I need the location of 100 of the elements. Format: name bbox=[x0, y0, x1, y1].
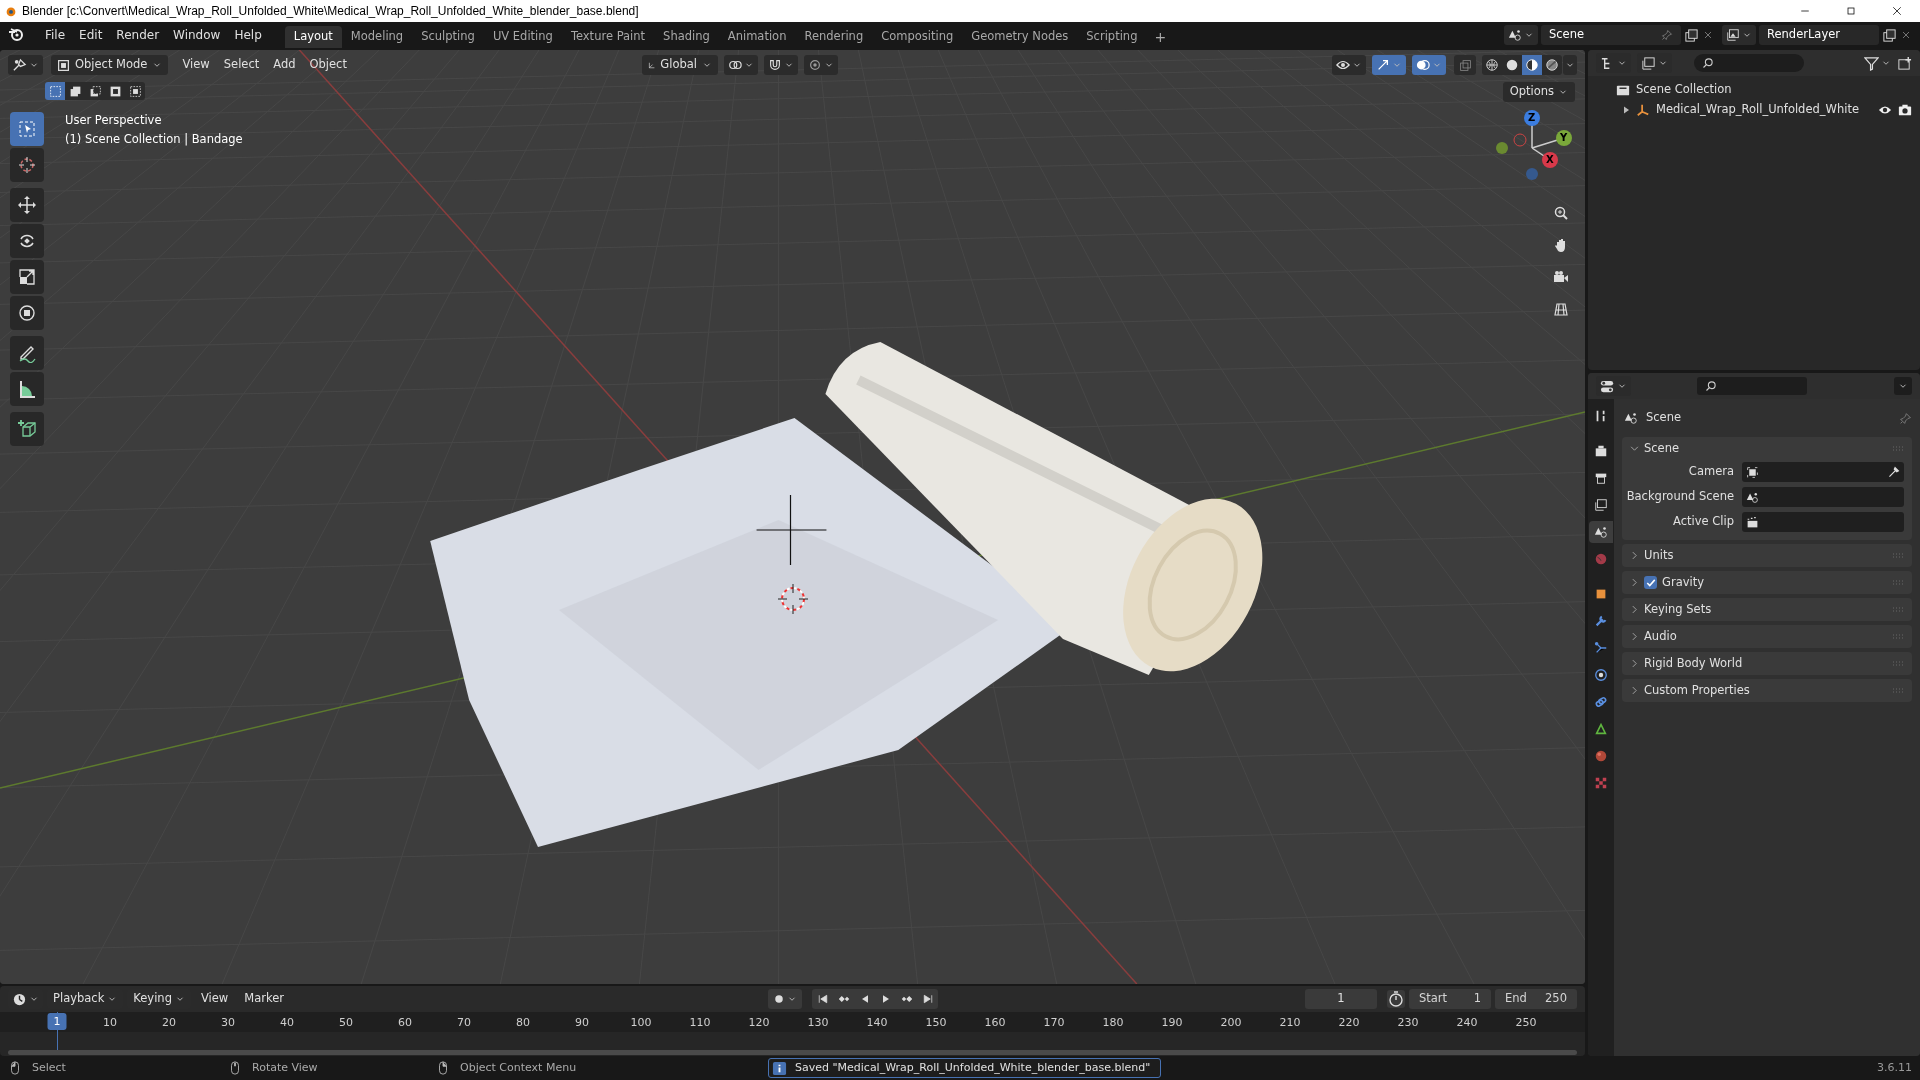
menu-item[interactable]: Window bbox=[166, 26, 228, 44]
pivot-dropdown[interactable] bbox=[723, 55, 758, 75]
panel-header[interactable]: Rigid Body World bbox=[1644, 654, 1743, 673]
orientation-dropdown[interactable]: Global bbox=[641, 55, 718, 75]
mode-dropdown[interactable]: Object Mode bbox=[51, 55, 169, 75]
menu-item[interactable]: Marker bbox=[238, 990, 290, 1008]
current-frame-badge[interactable]: 1 bbox=[47, 1013, 67, 1030]
search-field[interactable] bbox=[1697, 377, 1807, 395]
menu-item[interactable]: File bbox=[38, 26, 73, 44]
visibility-dropdown[interactable] bbox=[1332, 55, 1366, 75]
selection-mode-button[interactable] bbox=[125, 82, 145, 100]
menu-item[interactable]: Object bbox=[309, 56, 347, 74]
workspace-tab[interactable]: Texture Paint bbox=[561, 26, 655, 48]
expand-chevron-icon[interactable] bbox=[1630, 605, 1639, 614]
scene-type-button[interactable] bbox=[1504, 25, 1538, 45]
playback-button[interactable] bbox=[812, 989, 833, 1009]
proportional-dropdown[interactable] bbox=[803, 55, 838, 75]
workspace-tab[interactable]: UV Editing bbox=[483, 26, 562, 48]
menu-item[interactable]: Help bbox=[227, 26, 269, 44]
expand-chevron-icon[interactable] bbox=[1630, 686, 1639, 695]
frame-number: 80 bbox=[516, 1015, 531, 1031]
menu-item[interactable]: Render bbox=[109, 26, 167, 44]
tool-button[interactable] bbox=[10, 372, 44, 406]
workspace-tab[interactable]: Shading bbox=[654, 26, 719, 48]
properties-tab[interactable] bbox=[1589, 521, 1613, 543]
eyedropper-icon[interactable] bbox=[1887, 465, 1900, 479]
menu-item[interactable]: Add bbox=[273, 56, 296, 74]
workspace-tab[interactable]: Scripting bbox=[1077, 26, 1147, 48]
expand-toggle-icon[interactable] bbox=[1622, 106, 1630, 114]
duplicate-icon[interactable] bbox=[1882, 27, 1897, 43]
tool-button[interactable] bbox=[10, 188, 44, 222]
panel-header[interactable]: Keying Sets bbox=[1644, 600, 1712, 619]
panel-header[interactable]: Units bbox=[1644, 546, 1674, 565]
view-layer-field[interactable]: RenderLayer bbox=[1759, 25, 1879, 45]
duplicate-icon[interactable] bbox=[1684, 27, 1699, 43]
outliner-item[interactable]: Medical_Wrap_Roll_Unfolded_White bbox=[1656, 101, 1859, 119]
stopwatch-icon[interactable] bbox=[1387, 990, 1405, 1008]
tool-button[interactable] bbox=[10, 224, 44, 258]
selection-mode-icon bbox=[108, 84, 122, 98]
tab-icon bbox=[1594, 409, 1608, 423]
camera-icon[interactable] bbox=[1898, 103, 1912, 117]
workspace-tab[interactable]: Layout bbox=[284, 26, 342, 48]
record-button[interactable] bbox=[768, 989, 802, 1009]
menu-item[interactable]: View bbox=[182, 56, 210, 74]
overlay-toggle[interactable] bbox=[1412, 55, 1446, 75]
object-field[interactable] bbox=[1742, 487, 1904, 507]
workspace-tab[interactable]: Compositing bbox=[872, 26, 963, 48]
workspace-tab[interactable]: Geometry Nodes bbox=[962, 26, 1078, 48]
outliner-item[interactable]: Scene Collection bbox=[1636, 81, 1732, 99]
shading-button[interactable] bbox=[1542, 55, 1562, 75]
workspace-tab[interactable]: Sculpting bbox=[412, 26, 484, 48]
menu-item[interactable]: View bbox=[194, 990, 235, 1008]
object-field[interactable] bbox=[1742, 512, 1904, 532]
expand-chevron-icon[interactable] bbox=[1630, 444, 1639, 453]
expand-chevron-icon[interactable] bbox=[1630, 632, 1639, 641]
close-icon[interactable] bbox=[1900, 29, 1912, 41]
gizmo-toggle[interactable] bbox=[1372, 55, 1406, 75]
panel-header[interactable]: Gravity bbox=[1662, 573, 1704, 592]
shading-button[interactable] bbox=[1482, 55, 1502, 75]
panel-header[interactable]: Scene bbox=[1644, 439, 1680, 458]
frame-field[interactable]: 1 bbox=[1305, 989, 1377, 1009]
scrollbar[interactable] bbox=[8, 1050, 1577, 1055]
tool-button[interactable] bbox=[10, 296, 44, 330]
expand-chevron-icon[interactable] bbox=[1630, 578, 1639, 587]
panel-header[interactable]: Audio bbox=[1644, 627, 1677, 646]
workspace-tab[interactable]: Animation bbox=[718, 26, 796, 48]
object-field[interactable] bbox=[1742, 462, 1904, 482]
menu-item[interactable]: Edit bbox=[72, 26, 110, 44]
search-field[interactable] bbox=[1694, 54, 1804, 72]
expand-chevron-icon[interactable] bbox=[1630, 659, 1639, 668]
shading-button[interactable] bbox=[1522, 55, 1542, 75]
tool-button[interactable] bbox=[10, 336, 44, 370]
shading-button[interactable] bbox=[1502, 55, 1522, 75]
scene-field[interactable]: Scene bbox=[1541, 25, 1681, 45]
playback-button[interactable] bbox=[917, 989, 938, 1009]
menu-item[interactable]: Select bbox=[223, 56, 260, 74]
pin-icon[interactable] bbox=[1661, 29, 1673, 41]
xray-toggle[interactable] bbox=[1454, 55, 1476, 75]
filter-dropdown[interactable] bbox=[1864, 55, 1891, 71]
app-logo-icon[interactable] bbox=[8, 26, 26, 44]
snap-dropdown[interactable] bbox=[763, 55, 798, 75]
start-frame-field[interactable]: Start 1 bbox=[1409, 989, 1491, 1009]
end-frame-field[interactable]: End 250 bbox=[1495, 989, 1577, 1009]
expand-chevron-icon[interactable] bbox=[1630, 551, 1639, 560]
shading-icon bbox=[1525, 58, 1539, 72]
navigation-gizmo[interactable]: Z Y X bbox=[1486, 106, 1576, 196]
options-dropdown[interactable]: Options bbox=[1502, 82, 1575, 102]
workspace-tab[interactable]: Rendering bbox=[795, 26, 873, 48]
pin-icon[interactable] bbox=[1899, 411, 1912, 425]
view-layer-type-button[interactable] bbox=[1722, 25, 1756, 45]
add-workspace-button[interactable]: + bbox=[1146, 26, 1175, 48]
panel-header[interactable]: Custom Properties bbox=[1644, 681, 1750, 700]
new-collection-icon[interactable] bbox=[1897, 55, 1912, 71]
workspace-tab[interactable]: Modeling bbox=[341, 26, 413, 48]
tool-button[interactable] bbox=[10, 412, 44, 446]
editor-type-button[interactable] bbox=[8, 55, 43, 75]
selection-mode-button[interactable] bbox=[65, 82, 85, 100]
close-icon[interactable] bbox=[1702, 29, 1714, 41]
checkbox[interactable] bbox=[1644, 576, 1657, 589]
tool-button[interactable] bbox=[10, 260, 44, 294]
